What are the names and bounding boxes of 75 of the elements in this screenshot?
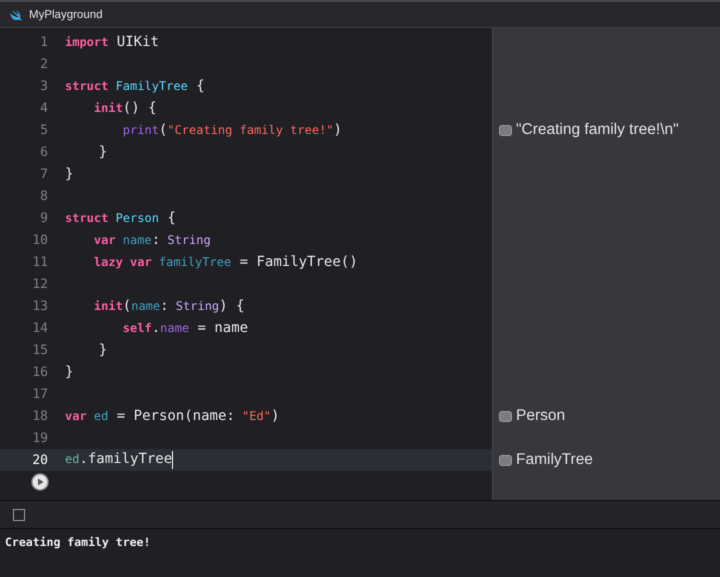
line-number: 17 — [31, 386, 48, 402]
line-number: 7 — [39, 166, 48, 182]
line-number: 19 — [31, 430, 48, 446]
code-token: : — [152, 232, 160, 248]
code-token: self — [122, 321, 152, 335]
run-icon[interactable] — [31, 473, 49, 491]
code-token: ( — [158, 122, 168, 138]
line-number: 8 — [39, 188, 48, 204]
line-number: 15 — [31, 342, 48, 358]
quick-look-icon[interactable] — [499, 454, 512, 466]
code-token: print — [122, 123, 159, 137]
swift-bird-icon — [9, 8, 23, 20]
line-number: 11 — [31, 254, 48, 270]
code-token: struct — [65, 79, 108, 93]
code-token: = FamilyTree() — [238, 254, 358, 270]
code-token: import — [65, 35, 108, 49]
line-number: 14 — [31, 320, 48, 336]
result-value: FamilyTree — [516, 451, 593, 469]
code-token: } — [65, 166, 74, 182]
code-token: { — [166, 210, 176, 226]
code-token: ed — [65, 452, 80, 466]
line-number: 18 — [31, 408, 48, 424]
code-token: } — [98, 342, 108, 358]
line-number: 6 — [39, 144, 48, 160]
line-number: 9 — [39, 210, 48, 226]
code-token: = name — [196, 320, 248, 336]
code-token: ( — [122, 298, 132, 314]
code-token: lazy — [92, 255, 123, 269]
code-token: var — [65, 409, 87, 423]
quick-look-icon[interactable] — [499, 410, 512, 422]
code-token: ) — [270, 408, 280, 424]
console-output: Creating family tree! — [5, 535, 150, 549]
line-number: 12 — [31, 276, 48, 292]
line-number: 3 — [39, 78, 48, 94]
code-token: var — [129, 255, 152, 269]
code-token: "Ed" — [241, 409, 271, 423]
line-number: 4 — [39, 100, 48, 116]
code-token: familyTree — [158, 255, 232, 269]
text-cursor — [172, 451, 174, 469]
code-token: . — [152, 320, 160, 336]
line-number: 13 — [31, 298, 48, 314]
code-token: () { — [122, 100, 157, 116]
line-number: 2 — [39, 56, 48, 72]
line-number: 10 — [31, 232, 48, 248]
code-token: } — [98, 144, 108, 160]
line-number: 5 — [39, 122, 48, 138]
code-token: ) { — [219, 298, 244, 314]
code-token: String — [174, 299, 220, 313]
code-token: UIKit — [116, 34, 159, 50]
code-token: struct — [65, 211, 108, 225]
code-token: String — [166, 233, 211, 247]
code-token: init — [92, 101, 123, 115]
result-value: "Creating family tree!\n" — [516, 121, 679, 139]
code-token: var — [92, 233, 116, 247]
code-token: ed — [92, 409, 108, 423]
code-token: : — [160, 298, 169, 314]
code-token: init — [92, 299, 123, 313]
code-token: Person — [114, 211, 159, 225]
result-value: Person — [516, 407, 566, 425]
window-title: MyPlayground — [29, 8, 103, 20]
code-token: name — [131, 299, 160, 313]
code-token: "Creating family tree!" — [167, 123, 334, 137]
quick-look-icon[interactable] — [499, 124, 512, 136]
code-token: name — [122, 233, 152, 247]
line-number: 1 — [39, 34, 48, 50]
line-number: 16 — [31, 364, 48, 380]
line-number: 20 — [31, 452, 48, 468]
code-token: FamilyTree — [114, 79, 188, 93]
code-token: { — [195, 78, 205, 94]
code-token: name — [160, 321, 190, 335]
console-toggle[interactable] — [13, 508, 25, 520]
code-token: ) — [334, 122, 342, 138]
code-token: .familyTree — [79, 451, 172, 467]
code-token: = Person(name: — [116, 408, 235, 424]
code-token: } — [65, 364, 74, 380]
